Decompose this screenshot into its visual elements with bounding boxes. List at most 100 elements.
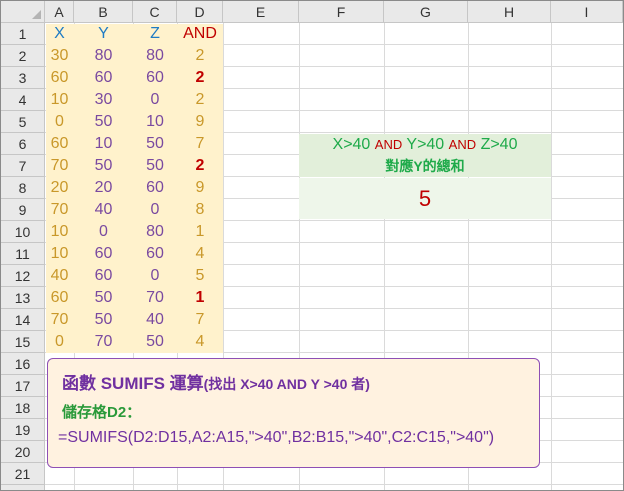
cell-x[interactable]: 40 bbox=[45, 265, 74, 287]
cell-and[interactable]: 4 bbox=[177, 331, 223, 353]
cond-z: Z>40 bbox=[480, 136, 518, 153]
spreadsheet: A B C D E F G H I 1 2 3 4 5 6 7 8 9 10 1… bbox=[0, 0, 624, 491]
row-header-19[interactable]: 19 bbox=[1, 419, 45, 441]
cell-x[interactable]: 30 bbox=[45, 45, 74, 67]
cell-x[interactable]: 60 bbox=[45, 287, 74, 309]
cell-z[interactable]: 0 bbox=[133, 199, 177, 221]
cell-z[interactable]: 50 bbox=[133, 155, 177, 177]
cell-x[interactable]: 10 bbox=[45, 89, 74, 111]
row-header-1[interactable]: 1 bbox=[1, 23, 45, 45]
row-header-9[interactable]: 9 bbox=[1, 199, 45, 221]
cell-and[interactable]: 2 bbox=[177, 45, 223, 67]
header-cell-and[interactable]: AND bbox=[177, 23, 223, 45]
row-header-18[interactable]: 18 bbox=[1, 397, 45, 419]
column-header-g[interactable]: G bbox=[384, 1, 468, 23]
result-value[interactable]: 5 bbox=[299, 184, 551, 214]
header-cell-z[interactable]: Z bbox=[133, 23, 177, 45]
cell-x[interactable]: 0 bbox=[45, 331, 74, 353]
cell-z[interactable]: 50 bbox=[133, 331, 177, 353]
row-header-17[interactable]: 17 bbox=[1, 375, 45, 397]
row-header-20[interactable]: 20 bbox=[1, 441, 45, 463]
cell-z[interactable]: 50 bbox=[133, 133, 177, 155]
cell-and[interactable]: 7 bbox=[177, 309, 223, 331]
cell-x[interactable]: 60 bbox=[45, 67, 74, 89]
cond-y: Y>40 bbox=[406, 136, 445, 153]
cell-x[interactable]: 70 bbox=[45, 309, 74, 331]
cell-y[interactable]: 60 bbox=[74, 243, 133, 265]
row-header-11[interactable]: 11 bbox=[1, 243, 45, 265]
row-header-15[interactable]: 15 bbox=[1, 331, 45, 353]
row-header-4[interactable]: 4 bbox=[1, 89, 45, 111]
column-header-b[interactable]: B bbox=[74, 1, 133, 23]
cond-x: X>40 bbox=[332, 136, 371, 153]
cell-and[interactable]: 8 bbox=[177, 199, 223, 221]
row-header-16[interactable]: 16 bbox=[1, 353, 45, 375]
cell-and[interactable]: 4 bbox=[177, 243, 223, 265]
cell-y[interactable]: 50 bbox=[74, 309, 133, 331]
row-header-8[interactable]: 8 bbox=[1, 177, 45, 199]
select-all-corner[interactable] bbox=[1, 1, 45, 23]
row-header-5[interactable]: 5 bbox=[1, 111, 45, 133]
column-header-e[interactable]: E bbox=[223, 1, 299, 23]
row-header-7[interactable]: 7 bbox=[1, 155, 45, 177]
cell-y[interactable]: 80 bbox=[74, 45, 133, 67]
header-cell-y[interactable]: Y bbox=[74, 23, 133, 45]
cell-z[interactable]: 0 bbox=[133, 265, 177, 287]
cell-y[interactable]: 30 bbox=[74, 89, 133, 111]
cell-and[interactable]: 7 bbox=[177, 133, 223, 155]
cell-z[interactable]: 80 bbox=[133, 221, 177, 243]
cell-y[interactable]: 10 bbox=[74, 133, 133, 155]
column-header-c[interactable]: C bbox=[133, 1, 177, 23]
cell-y[interactable]: 50 bbox=[74, 111, 133, 133]
row-header-13[interactable]: 13 bbox=[1, 287, 45, 309]
column-header-f[interactable]: F bbox=[299, 1, 384, 23]
header-cell-x[interactable]: X bbox=[45, 23, 74, 45]
cell-z[interactable]: 60 bbox=[133, 177, 177, 199]
cell-and[interactable]: 9 bbox=[177, 177, 223, 199]
row-header-6[interactable]: 6 bbox=[1, 133, 45, 155]
cell-and[interactable]: 1 bbox=[177, 221, 223, 243]
note-title-main: 函數 SUMIFS 運算 bbox=[62, 374, 204, 393]
row-header-14[interactable]: 14 bbox=[1, 309, 45, 331]
cell-y[interactable]: 50 bbox=[74, 287, 133, 309]
column-header-d[interactable]: D bbox=[177, 1, 223, 23]
cell-x[interactable]: 70 bbox=[45, 199, 74, 221]
row-header-3[interactable]: 3 bbox=[1, 67, 45, 89]
cell-x[interactable]: 60 bbox=[45, 133, 74, 155]
cell-y[interactable]: 60 bbox=[74, 67, 133, 89]
cell-x[interactable]: 10 bbox=[45, 243, 74, 265]
row-header-2[interactable]: 2 bbox=[1, 45, 45, 67]
cell-and[interactable]: 2 bbox=[177, 155, 223, 177]
cell-and[interactable]: 1 bbox=[177, 287, 223, 309]
cell-y[interactable]: 60 bbox=[74, 265, 133, 287]
cell-and[interactable]: 2 bbox=[177, 67, 223, 89]
cell-x[interactable]: 20 bbox=[45, 177, 74, 199]
cell-z[interactable]: 10 bbox=[133, 111, 177, 133]
cell-x[interactable]: 10 bbox=[45, 221, 74, 243]
column-header-h[interactable]: H bbox=[468, 1, 551, 23]
cell-z[interactable]: 60 bbox=[133, 67, 177, 89]
cell-y[interactable]: 40 bbox=[74, 199, 133, 221]
row-header-10[interactable]: 10 bbox=[1, 221, 45, 243]
cell-y[interactable]: 20 bbox=[74, 177, 133, 199]
row-header-22[interactable]: 22 bbox=[1, 485, 45, 490]
cell-z[interactable]: 70 bbox=[133, 287, 177, 309]
cell-z[interactable]: 40 bbox=[133, 309, 177, 331]
column-header-a[interactable]: A bbox=[45, 1, 74, 23]
cell-y[interactable]: 0 bbox=[74, 221, 133, 243]
cell-z[interactable]: 80 bbox=[133, 45, 177, 67]
cell-y[interactable]: 50 bbox=[74, 155, 133, 177]
and-keyword: AND bbox=[374, 137, 403, 152]
cell-and[interactable]: 2 bbox=[177, 89, 223, 111]
cell-y[interactable]: 70 bbox=[74, 331, 133, 353]
cell-x[interactable]: 0 bbox=[45, 111, 74, 133]
cell-z[interactable]: 60 bbox=[133, 243, 177, 265]
cell-and[interactable]: 5 bbox=[177, 265, 223, 287]
cell-z[interactable]: 0 bbox=[133, 89, 177, 111]
cell-and[interactable]: 9 bbox=[177, 111, 223, 133]
row-header-12[interactable]: 12 bbox=[1, 265, 45, 287]
and-keyword: AND bbox=[448, 137, 477, 152]
column-header-i[interactable]: I bbox=[551, 1, 623, 23]
cell-x[interactable]: 70 bbox=[45, 155, 74, 177]
row-header-21[interactable]: 21 bbox=[1, 463, 45, 485]
